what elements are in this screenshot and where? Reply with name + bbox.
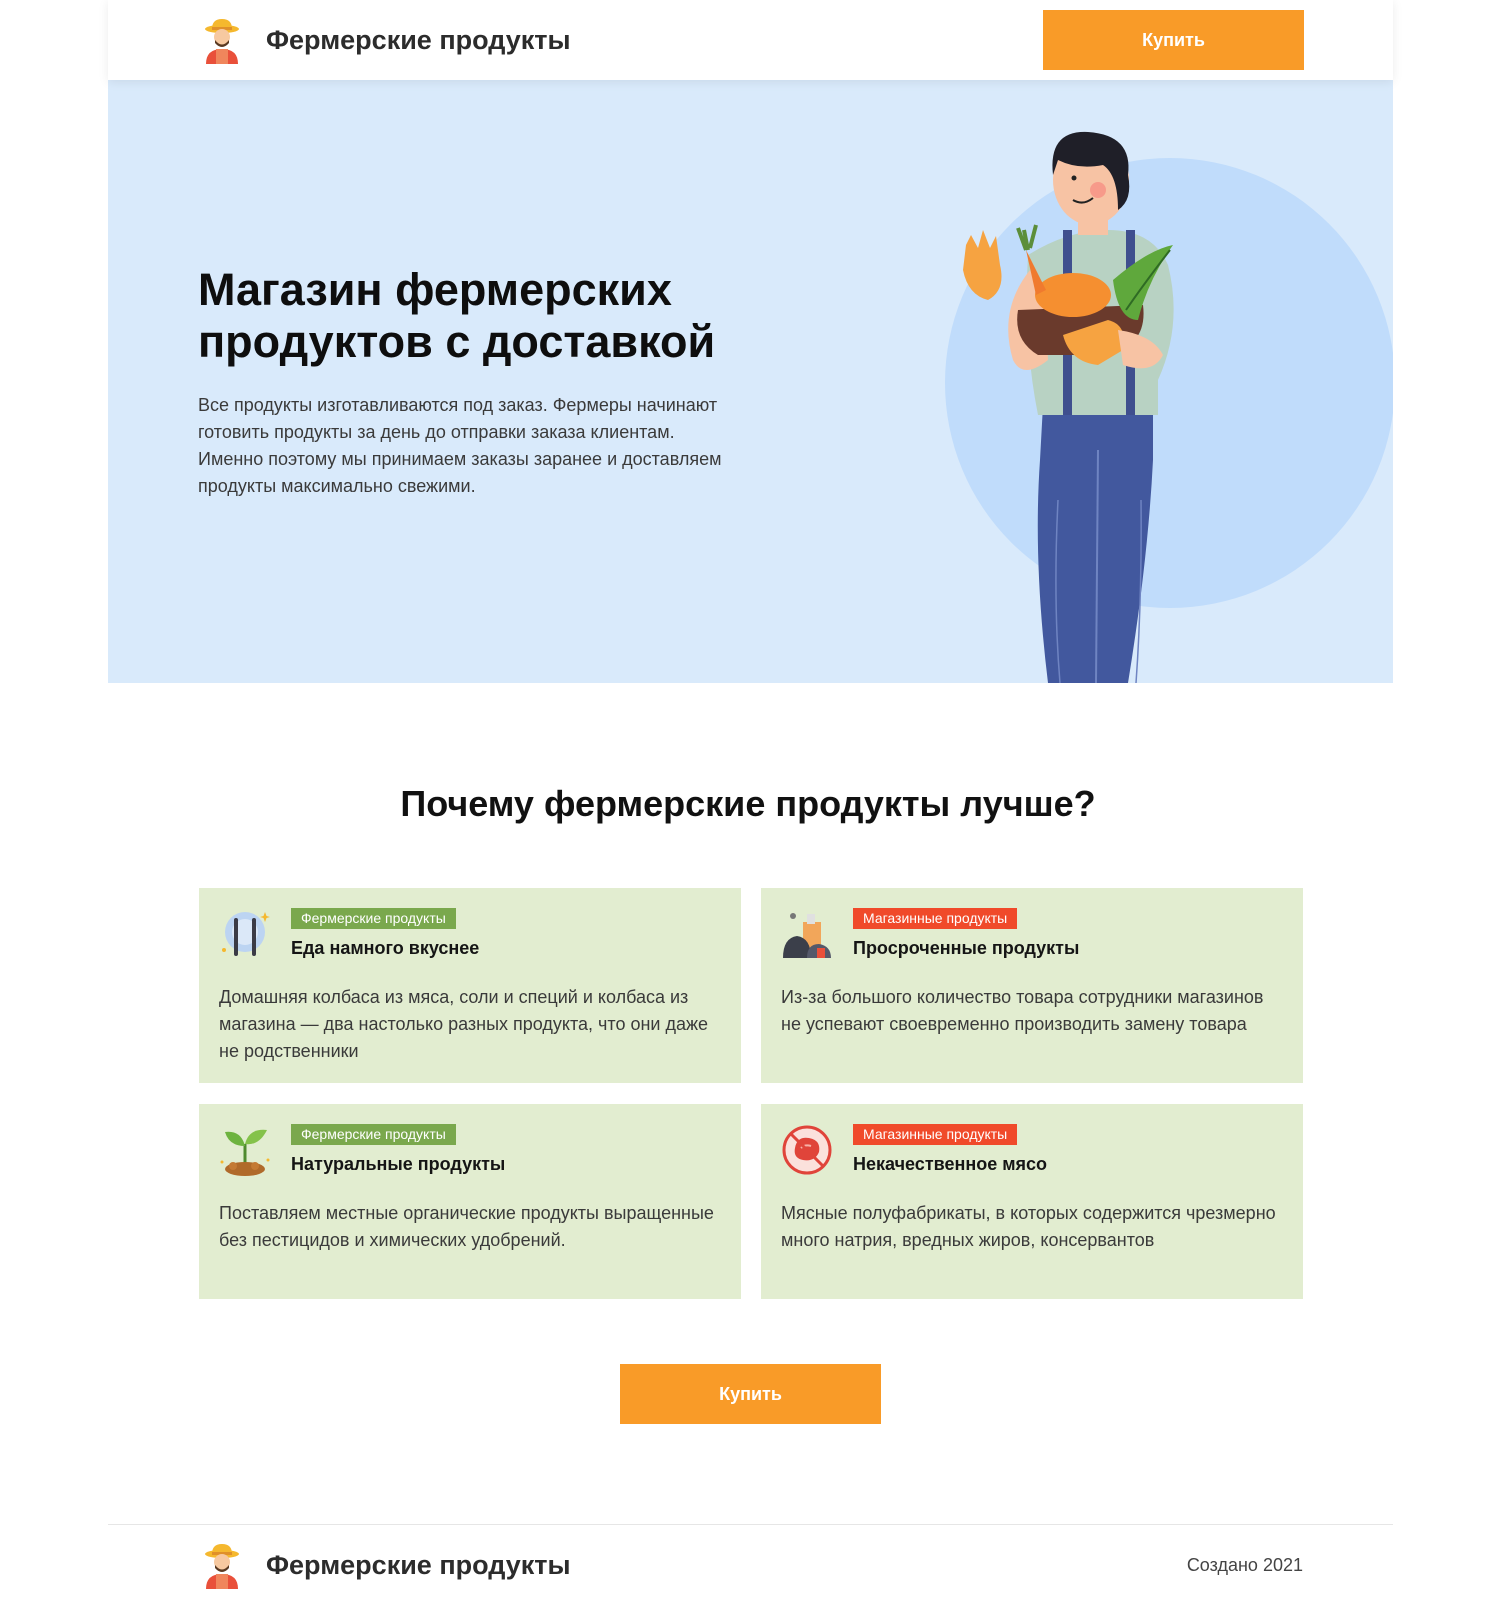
sprout-icon [220,1129,270,1176]
hero-section: Магазин фермерских продуктов с доставкой… [108,80,1393,683]
card-title: Просроченные продукты [853,938,1080,958]
card-title: Натуральные продукты [291,1154,506,1174]
hero-title: Магазин фермерских продуктов с доставкой [198,264,716,367]
card-text: Из-за большого количество товара сотрудн… [781,987,1264,1034]
main-buy-button[interactable]: Купить [620,1364,881,1424]
plate-cutlery-icon [222,912,270,956]
trash-bags-icon [783,913,831,958]
footer-brand-title: Фермерские продукты [266,1549,571,1580]
hero-description: Все продукты изготавливаются под заказ. … [198,395,722,496]
card-text: Мясные полуфабрикаты, в которых содержит… [781,1203,1276,1250]
card-title: Еда намного вкуснее [291,938,480,958]
footer-copyright: Создано 2021 [1186,1555,1303,1575]
farmer-illustration [945,131,1393,683]
card-poor-meat: Магазинные продукты Некачественное мясо … [761,1104,1303,1299]
section-title: Почему фермерские продукты лучше? [400,783,1096,824]
site-header: Фермерские продукты Купить [108,0,1393,80]
brand[interactable]: Фермерские продукты [198,16,571,64]
site-footer: Фермерские продукты Создано 2021 [108,1525,1393,1599]
header-buy-button[interactable]: Купить [1043,10,1304,70]
card-text: Поставляем местные органические продукты… [219,1203,714,1250]
no-meat-icon [782,1125,832,1175]
card-tasty-food: Фермерские продукты Еда намного вкуснее … [199,888,741,1083]
farm-products-tag: Фермерские продукты [291,908,456,929]
card-natural-products: Фермерские продукты Натуральные продукты… [199,1104,741,1299]
store-products-tag: Магазинные продукты [853,908,1018,929]
card-expired-products: Магазинные продукты Просроченные продукт… [761,888,1303,1083]
card-title: Некачественное мясо [853,1154,1048,1174]
card-text: Домашняя колбаса из мяса, соли и специй … [219,987,709,1061]
footer-brand[interactable]: Фермерские продукты [198,1541,571,1589]
farmer-logo-icon [205,1544,239,1589]
farmer-logo-icon [205,19,239,64]
store-products-tag: Магазинные продукты [853,1124,1018,1145]
farm-products-tag: Фермерские продукты [291,1124,456,1145]
brand-title: Фермерские продукты [266,24,571,55]
